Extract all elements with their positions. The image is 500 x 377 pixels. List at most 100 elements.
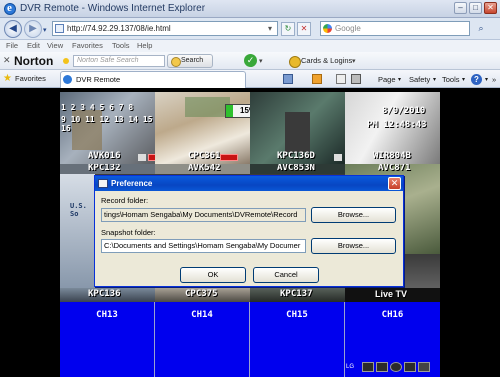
- address-dropdown-icon[interactable]: ▾: [264, 23, 276, 35]
- history-dropdown-icon[interactable]: ▾: [43, 26, 47, 34]
- lg-logo: LG: [346, 364, 355, 370]
- back-icon[interactable]: ◀: [4, 20, 22, 38]
- safe-web-icon[interactable]: ✓: [244, 54, 257, 67]
- time-text: PM 12:48:43: [367, 120, 427, 130]
- favorites-bar: Favorites DVR Remote Page ▾ Safety ▾ Too…: [0, 70, 500, 88]
- side-text: U.S. So: [70, 202, 87, 218]
- print-icon[interactable]: [351, 74, 361, 84]
- record-indicator-icon: [220, 154, 238, 161]
- menu-favorites[interactable]: Favorites: [72, 41, 103, 50]
- channel-digits-top: 1 2 3 4 5 6 7 8: [61, 103, 134, 112]
- camera-tile-12[interactable]: CPC375: [155, 288, 250, 302]
- tab-page-icon: [63, 75, 72, 84]
- menu-help[interactable]: Help: [137, 41, 152, 50]
- mail-icon[interactable]: [336, 74, 346, 84]
- camera-label: Live TV: [375, 289, 408, 299]
- norton-check-icon: [63, 58, 69, 64]
- google-icon: [323, 24, 332, 33]
- dialog-title: Preference: [95, 176, 403, 191]
- camera-label: KPC136: [88, 289, 121, 299]
- layout-single-icon[interactable]: [362, 362, 374, 372]
- close-toolbar-icon[interactable]: ✕: [3, 55, 11, 66]
- progress-fill: [226, 105, 233, 117]
- home-icon[interactable]: [283, 74, 293, 84]
- search-input[interactable]: Google: [320, 21, 470, 36]
- channel-tile-ch15[interactable]: CH15: [250, 302, 345, 377]
- camera-tile-9[interactable]: U.S. So: [60, 174, 95, 294]
- tools-dropdown-icon[interactable]: ▾: [462, 76, 465, 83]
- camera-tile-1[interactable]: 1 2 3 4 5 6 7 8 9 10 11 12 13 14 15 16 A…: [60, 92, 155, 164]
- fullscreen-icon[interactable]: [418, 362, 430, 372]
- camera-tile-6[interactable]: AVK542: [155, 164, 250, 174]
- menu-view[interactable]: View: [47, 41, 63, 50]
- toolbar-overflow-icon[interactable]: »: [492, 75, 496, 84]
- menu-tools[interactable]: Tools: [112, 41, 130, 50]
- camera-label: AVK542: [188, 164, 221, 173]
- menu-edit[interactable]: Edit: [27, 41, 40, 50]
- forward-icon[interactable]: ▶: [24, 20, 42, 38]
- camera-label: AVC853N: [277, 164, 315, 173]
- ie-logo-icon: [4, 2, 16, 15]
- address-bar[interactable]: http://74.92.29.137/08/ie.html: [52, 21, 278, 36]
- camera-tile-11[interactable]: KPC136: [60, 288, 155, 302]
- channel-tile-ch13[interactable]: CH13: [60, 302, 155, 377]
- camera-tile-7[interactable]: AVC853N: [250, 164, 345, 174]
- window-title-bar: DVR Remote - Windows Internet Explorer –…: [0, 0, 500, 18]
- help-icon[interactable]: ?: [471, 74, 482, 85]
- speaker-icon: [334, 154, 342, 161]
- safe-web-dropdown-icon[interactable]: ▾: [259, 57, 263, 65]
- minimize-icon[interactable]: –: [454, 2, 467, 14]
- camera-tile-5[interactable]: KPC132: [60, 164, 155, 174]
- norton-logo: Norton: [14, 54, 54, 68]
- browse-record-button[interactable]: Browse...: [311, 207, 396, 223]
- layout-quad-icon[interactable]: [376, 362, 388, 372]
- camera-tile-13[interactable]: KPC137: [250, 288, 345, 302]
- refresh-icon[interactable]: ↻: [281, 22, 295, 36]
- maximize-icon[interactable]: □: [469, 2, 482, 14]
- favorites-button[interactable]: Favorites: [2, 72, 54, 86]
- camera-label: KPC137: [280, 289, 313, 299]
- address-toolbar: ◀ ▶ ▾ http://74.92.29.137/08/ie.html ▾ ↻…: [0, 18, 500, 40]
- tab-dvr-remote[interactable]: DVR Remote: [60, 71, 246, 88]
- help-dropdown-icon[interactable]: ▾: [485, 76, 488, 83]
- camera-label: CPC361: [188, 151, 221, 161]
- camera-tile-4[interactable]: 8/9/2010 PM 12:48:43 WIR804B: [345, 92, 440, 164]
- norton-toolbar: ✕ Norton Norton Safe Search Search ✓ ▾ C…: [0, 52, 500, 70]
- record-folder-label: Record folder:: [101, 196, 149, 205]
- menu-file[interactable]: File: [6, 41, 18, 50]
- date-text: 8/9/2010: [382, 106, 426, 116]
- snapshot-folder-field[interactable]: C:\Documents and Settings\Homam Sengaba\…: [101, 239, 306, 253]
- safety-menu[interactable]: Safety: [409, 75, 430, 84]
- record-folder-field[interactable]: tings\Homam Sengaba\My Documents\DVRemot…: [101, 208, 306, 222]
- norton-search-input[interactable]: Norton Safe Search: [73, 55, 165, 67]
- channel-digits-bottom: 9 10 11 12 13 14 15 16: [61, 115, 153, 133]
- stop-icon[interactable]: ✕: [297, 22, 311, 36]
- camera-label: AVC871: [378, 164, 411, 173]
- settings-icon[interactable]: [404, 362, 416, 372]
- camera-label: KPC132: [88, 164, 121, 173]
- page-menu[interactable]: Page: [378, 75, 396, 84]
- cards-logins-button[interactable]: Cards & Logins: [288, 54, 358, 68]
- close-window-icon[interactable]: ✕: [484, 2, 497, 14]
- preference-dialog: Preference ✕ Record folder: tings\Homam …: [94, 175, 404, 287]
- window-title: DVR Remote - Windows Internet Explorer: [20, 3, 206, 14]
- cancel-button[interactable]: Cancel: [253, 267, 319, 283]
- tools-menu[interactable]: Tools: [442, 75, 460, 84]
- cards-dropdown-icon[interactable]: ▾: [352, 57, 356, 65]
- camera-label: WIR804B: [373, 151, 411, 161]
- norton-search-button[interactable]: Search: [167, 54, 213, 68]
- feeds-icon[interactable]: [312, 74, 322, 84]
- speaker-icon: [138, 154, 146, 161]
- camera-tile-14[interactable]: Live TV: [345, 288, 440, 302]
- dialog-close-icon[interactable]: ✕: [388, 177, 401, 190]
- page-dropdown-icon[interactable]: ▾: [398, 76, 401, 83]
- browse-snapshot-button[interactable]: Browse...: [311, 238, 396, 254]
- snapshot-icon[interactable]: [390, 362, 402, 372]
- ok-button[interactable]: OK: [180, 267, 246, 283]
- safety-dropdown-icon[interactable]: ▾: [433, 76, 436, 83]
- dialog-window-icon: [98, 179, 108, 188]
- camera-label: KPC136D: [277, 151, 315, 161]
- camera-tile-3[interactable]: KPC136D: [250, 92, 345, 164]
- search-icon[interactable]: ⌕: [474, 22, 488, 36]
- channel-tile-ch14[interactable]: CH14: [155, 302, 250, 377]
